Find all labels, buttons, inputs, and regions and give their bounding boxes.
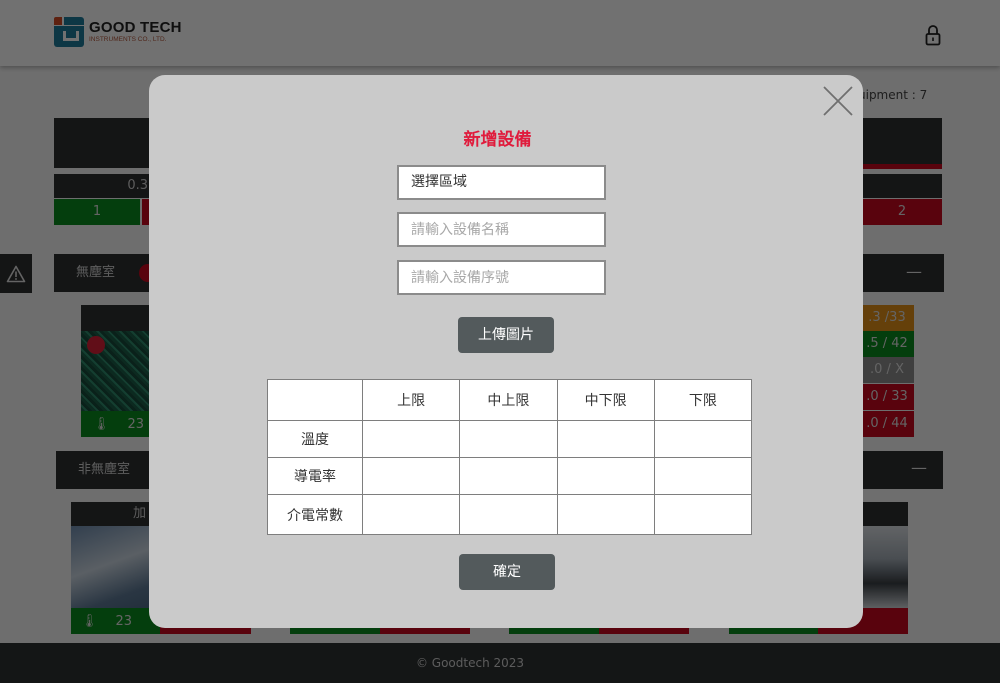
- table-header-row: 上限 中上限 中下限 下限: [267, 379, 753, 421]
- limit-cell[interactable]: [361, 494, 461, 535]
- area-select[interactable]: 選擇區域: [397, 165, 606, 200]
- table-row: 溫度: [267, 420, 753, 458]
- row-label-temperature: 溫度: [267, 420, 363, 458]
- limit-input[interactable]: [363, 458, 460, 494]
- limit-cell[interactable]: [556, 420, 655, 458]
- table-row: 導電率: [267, 457, 753, 495]
- limit-input[interactable]: [557, 421, 654, 457]
- column-header-upper-middle-limit: 中上限: [459, 379, 558, 421]
- limit-cell[interactable]: [459, 457, 558, 495]
- limit-cell[interactable]: [459, 420, 558, 458]
- equipment-serial-input[interactable]: [397, 260, 606, 295]
- limit-input[interactable]: [557, 458, 654, 494]
- equipment-name-input[interactable]: [397, 212, 606, 247]
- limit-input[interactable]: [363, 495, 460, 534]
- column-header-upper-limit: 上限: [361, 379, 461, 421]
- upload-image-button[interactable]: 上傳圖片: [458, 317, 554, 353]
- modal-title: 新增設備: [463, 130, 532, 150]
- limit-input[interactable]: [363, 421, 460, 457]
- confirm-button[interactable]: 確定: [459, 554, 555, 590]
- table-corner-cell: [267, 379, 363, 421]
- table-row: 介電常數: [267, 494, 753, 535]
- limit-input[interactable]: [460, 458, 557, 494]
- row-label-conductivity: 導電率: [267, 457, 363, 495]
- limit-input[interactable]: [460, 495, 557, 534]
- close-icon[interactable]: [822, 85, 854, 117]
- area-select-value: 選擇區域: [411, 174, 467, 190]
- column-header-lower-limit: 下限: [653, 379, 753, 421]
- limit-cell[interactable]: [459, 494, 558, 535]
- limit-input[interactable]: [654, 458, 751, 494]
- limit-cell[interactable]: [653, 457, 753, 495]
- limit-cell[interactable]: [556, 457, 655, 495]
- limit-cell[interactable]: [653, 494, 753, 535]
- limit-input[interactable]: [654, 421, 751, 457]
- limit-input[interactable]: [460, 421, 557, 457]
- limit-input[interactable]: [557, 495, 654, 534]
- column-header-lower-middle-limit: 中下限: [556, 379, 655, 421]
- add-equipment-modal: 新增設備 選擇區域 上傳圖片 上限 中上限 中下限 下限 溫度 導電率: [149, 75, 863, 628]
- limits-table: 上限 中上限 中下限 下限 溫度 導電率 介電常數: [267, 379, 753, 535]
- limit-cell[interactable]: [361, 420, 461, 458]
- limit-cell[interactable]: [361, 457, 461, 495]
- limit-input[interactable]: [654, 495, 751, 534]
- row-label-dielectric-constant: 介電常數: [267, 494, 363, 535]
- limit-cell[interactable]: [556, 494, 655, 535]
- limit-cell[interactable]: [653, 420, 753, 458]
